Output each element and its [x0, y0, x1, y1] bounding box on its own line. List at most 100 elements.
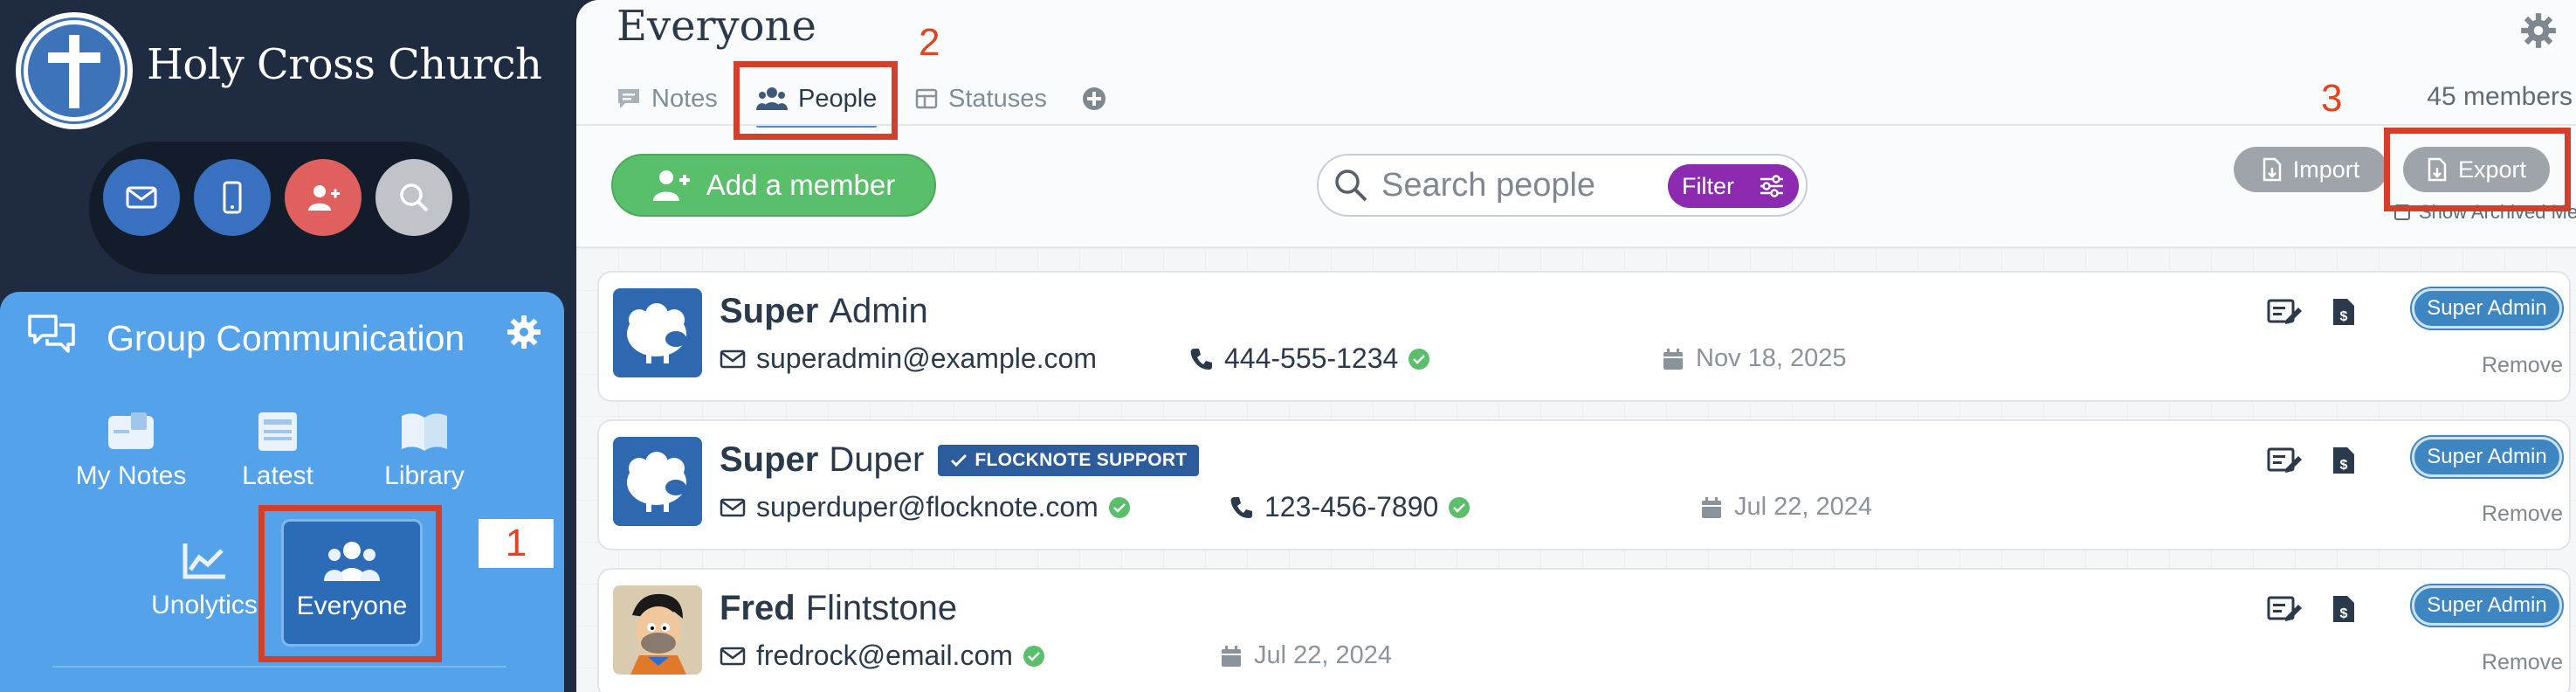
mobile-icon	[223, 181, 242, 214]
filter-button[interactable]: Filter	[1668, 164, 1799, 208]
invoice-icon[interactable]: $	[2331, 594, 2356, 624]
member-email[interactable]: fredrock@email.com	[720, 640, 1044, 672]
member-card[interactable]: Fred Flintstone fredrock@email.com Jul 2…	[597, 568, 2571, 692]
phone-text: 444-555-1234	[1224, 343, 1399, 374]
book-icon	[402, 413, 447, 451]
annotation-number-3: 3	[2321, 77, 2343, 120]
first-name: Super	[720, 440, 819, 479]
add-person-icon	[308, 185, 340, 211]
sliders-icon	[1760, 175, 1783, 197]
remove-link[interactable]: Remove	[2482, 650, 2563, 675]
search-button[interactable]	[375, 159, 452, 236]
member-date: Jul 22, 2024	[1701, 493, 1872, 522]
card-actions: $	[2267, 297, 2356, 327]
role-badge[interactable]: Super Admin	[2410, 435, 2564, 479]
church-name[interactable]: Holy Cross Church	[147, 40, 542, 89]
last-name: Duper	[829, 440, 925, 479]
member-card[interactable]: Super Duper FLOCKNOTE SUPPORT superduper…	[597, 419, 2571, 550]
page-title: Everyone	[616, 2, 816, 51]
file-import-icon	[2263, 157, 2281, 182]
add-tab-button[interactable]	[1081, 77, 1107, 121]
verified-icon	[1409, 348, 1430, 370]
edit-note-icon[interactable]	[2267, 446, 2302, 475]
divider	[52, 666, 506, 668]
remove-link[interactable]: Remove	[2482, 502, 2563, 527]
nav-my-notes[interactable]: My Notes	[61, 409, 201, 540]
check-icon	[951, 453, 968, 467]
svg-text:$: $	[2340, 458, 2348, 473]
member-name[interactable]: Fred Flintstone	[720, 589, 957, 628]
add-member-label: Add a member	[706, 169, 896, 201]
member-name[interactable]: Super Admin	[720, 292, 928, 331]
group-title[interactable]: Group Communication	[107, 318, 465, 359]
gear-icon[interactable]	[2518, 10, 2559, 51]
date-text: Jul 22, 2024	[1734, 493, 1873, 521]
annotation-number-1: 1	[479, 519, 554, 568]
tab-notes[interactable]: Notes	[616, 77, 718, 121]
import-label: Import	[2292, 156, 2360, 183]
member-date: Nov 18, 2025	[1663, 344, 1847, 373]
invoice-icon[interactable]: $	[2331, 297, 2356, 327]
table-icon	[915, 88, 938, 109]
add-person-button[interactable]	[285, 159, 362, 236]
mail-icon	[126, 186, 157, 209]
nav-unolytics[interactable]: Unolytics	[134, 538, 274, 669]
edit-note-icon[interactable]	[2267, 297, 2302, 327]
add-member-button[interactable]: Add a member	[611, 154, 936, 217]
search-box: Filter	[1317, 154, 1808, 217]
role-badge[interactable]: Super Admin	[2410, 584, 2564, 627]
role-badge[interactable]: Super Admin	[2410, 287, 2564, 330]
member-name[interactable]: Super Duper FLOCKNOTE SUPPORT	[720, 440, 1200, 480]
search-icon	[400, 183, 429, 212]
tab-label: Notes	[651, 84, 718, 113]
cartoon-avatar-icon	[613, 585, 702, 675]
plus-circle-icon	[1083, 87, 1105, 110]
import-button[interactable]: Import	[2234, 147, 2387, 192]
card-actions: $	[2267, 594, 2356, 624]
nav-label: Latest	[242, 461, 313, 490]
note-bubble-icon	[618, 89, 639, 108]
svg-text:$: $	[2340, 309, 2348, 324]
remove-link[interactable]: Remove	[2482, 353, 2563, 378]
nav-label: Unolytics	[151, 591, 258, 619]
avatar[interactable]	[613, 288, 702, 377]
notes-icon	[108, 412, 154, 449]
member-email[interactable]: superduper@flocknote.com	[720, 491, 1130, 523]
member-list: Super Admin superadmin@example.com 444-5…	[576, 246, 2576, 692]
phone-icon	[1230, 496, 1252, 518]
edit-note-icon[interactable]	[2267, 594, 2302, 624]
calendar-icon	[1663, 348, 1683, 370]
email-text: fredrock@email.com	[756, 640, 1013, 671]
member-card[interactable]: Super Admin superadmin@example.com 444-5…	[597, 271, 2571, 402]
tab-label: Statuses	[948, 84, 1047, 113]
search-input[interactable]	[1381, 166, 1670, 204]
avatar[interactable]	[613, 437, 702, 526]
member-phone[interactable]: 123-456-7890	[1229, 491, 1471, 523]
first-name: Fred	[720, 589, 796, 627]
support-badge-label: FLOCKNOTE SUPPORT	[975, 449, 1188, 470]
phone-icon	[1190, 348, 1212, 370]
annotation-box-1	[258, 505, 442, 662]
first-name: Super	[720, 292, 819, 330]
avatar[interactable]	[613, 585, 702, 675]
member-phone[interactable]: 444-555-1234	[1189, 343, 1430, 375]
annotation-box-3	[2384, 128, 2571, 211]
phone-text: 123-456-7890	[1264, 491, 1439, 522]
calendar-icon	[1702, 496, 1721, 518]
member-email[interactable]: superadmin@example.com	[720, 343, 1097, 375]
gear-icon[interactable]	[505, 313, 543, 351]
card-actions: $	[2267, 446, 2356, 475]
mail-icon	[720, 498, 746, 516]
annotation-number-2: 2	[919, 21, 940, 64]
mail-button[interactable]	[103, 159, 180, 236]
filter-label: Filter	[1682, 172, 1734, 199]
tab-statuses[interactable]: Statuses	[915, 77, 1047, 121]
date-text: Nov 18, 2025	[1696, 344, 1847, 372]
search-icon	[1335, 170, 1367, 202]
church-logo[interactable]	[16, 12, 133, 129]
nav-label: Library	[384, 461, 465, 490]
invoice-icon[interactable]: $	[2331, 446, 2356, 475]
text-message-button[interactable]	[194, 159, 271, 236]
sheep-icon	[627, 452, 686, 512]
sheep-icon	[627, 303, 686, 363]
